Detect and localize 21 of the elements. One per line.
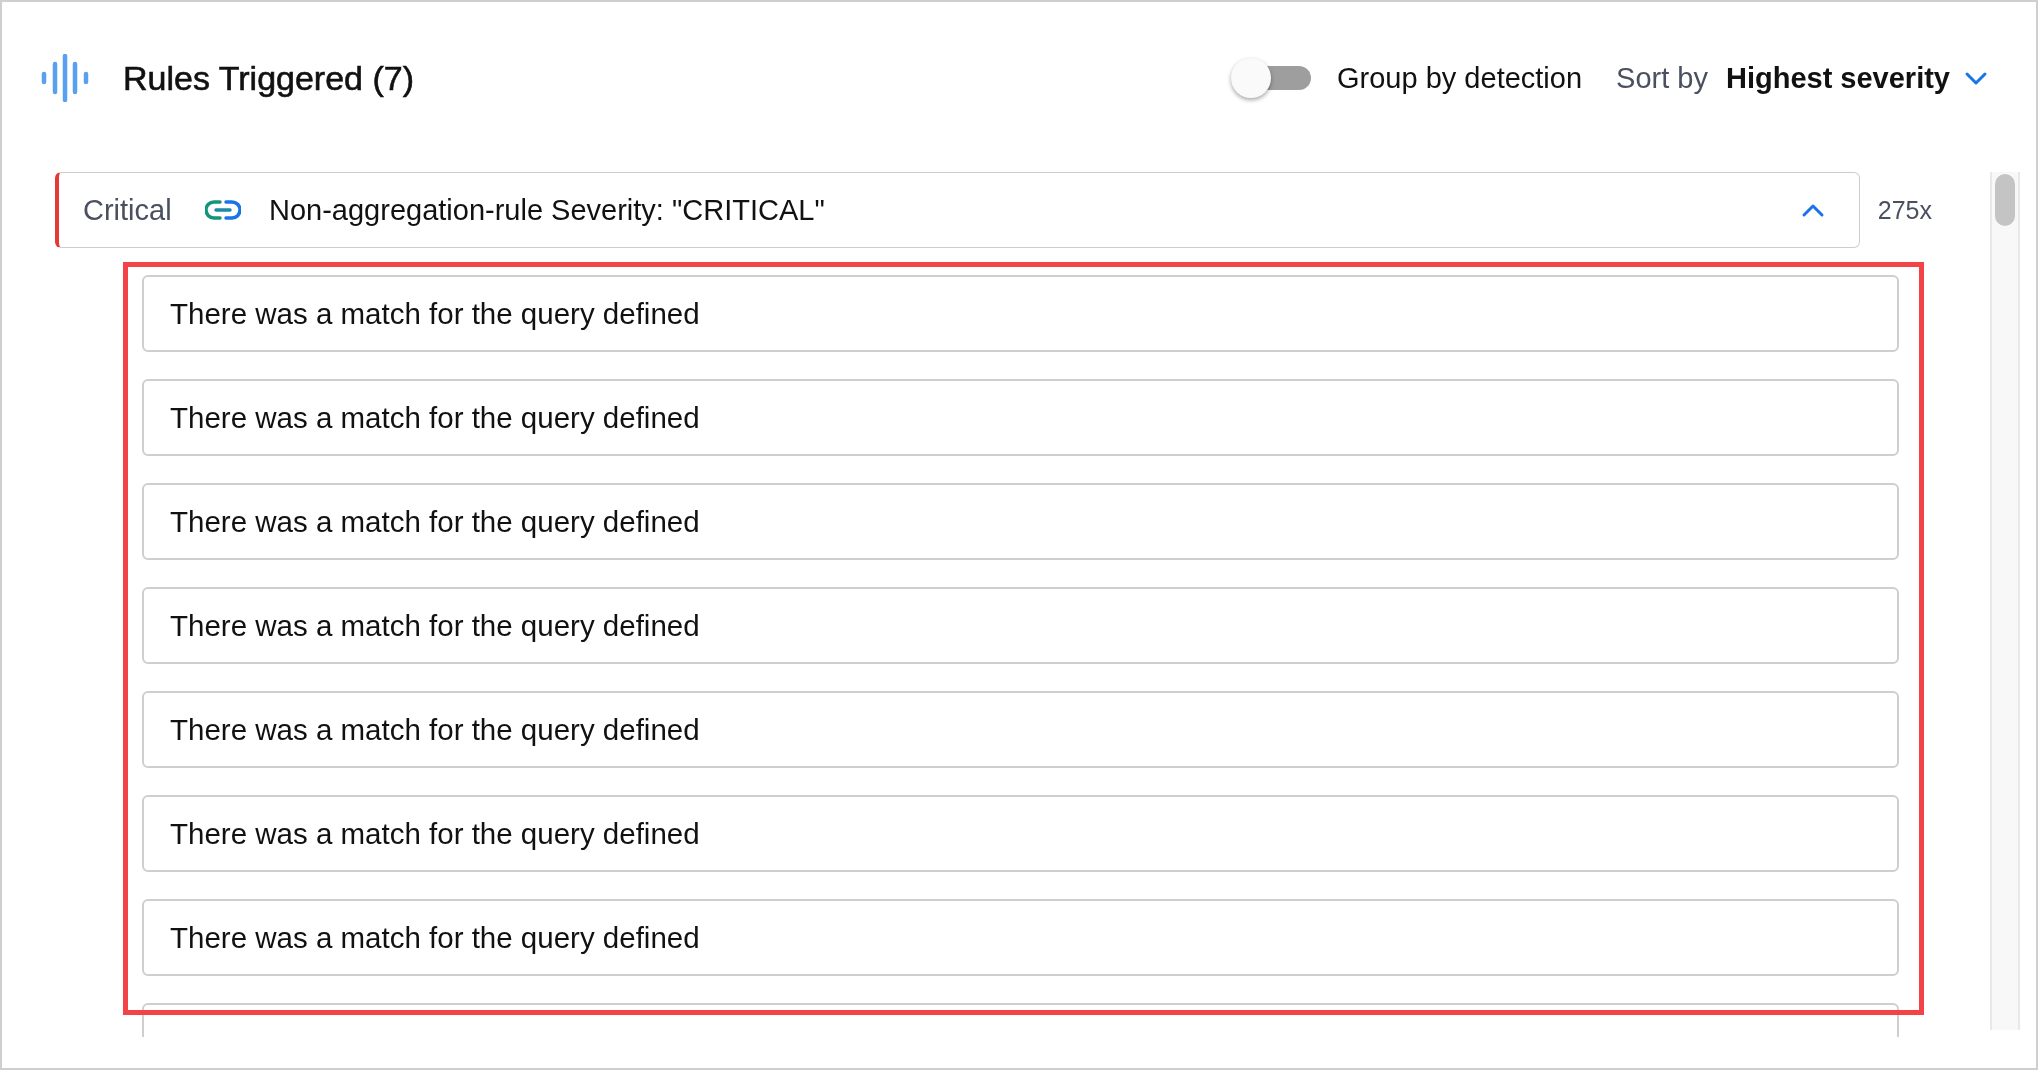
match-item: There was a match for the query defined (142, 275, 1899, 352)
severity-label: Critical (83, 193, 173, 227)
link-icon (205, 199, 241, 221)
rule-title: Non-aggregation-rule Severity: "CRITICAL" (269, 193, 826, 227)
rule-row[interactable]: Critical Non-aggregation-rule Severity: "CRITICAL" (55, 172, 1860, 248)
chevron-icon[interactable] (1800, 202, 1825, 218)
match-item: There was a match for the query defined (142, 899, 1899, 976)
match-count: 275x (1877, 195, 1932, 225)
match-item: There was a match for the query defined (142, 379, 1899, 456)
chevron-down-icon (1964, 70, 1988, 86)
match-item: There was a match for the query defined (142, 691, 1899, 768)
sort-dropdown[interactable]: Highest severity (1725, 61, 1988, 95)
match-item: There was a match for the query defined (142, 795, 1899, 872)
group-toggle[interactable] (1231, 60, 1312, 96)
sort-label: Sort by (1616, 61, 1708, 95)
panel-title: Rules Triggered (7) (123, 58, 414, 98)
scrollbar[interactable] (1990, 172, 2020, 1030)
toggle-label: Group by detection (1337, 61, 1583, 95)
match-item: There was a match for the query defined (142, 587, 1899, 664)
waveform-icon (40, 54, 90, 102)
match-item: There was a match for the query defined (142, 483, 1899, 560)
